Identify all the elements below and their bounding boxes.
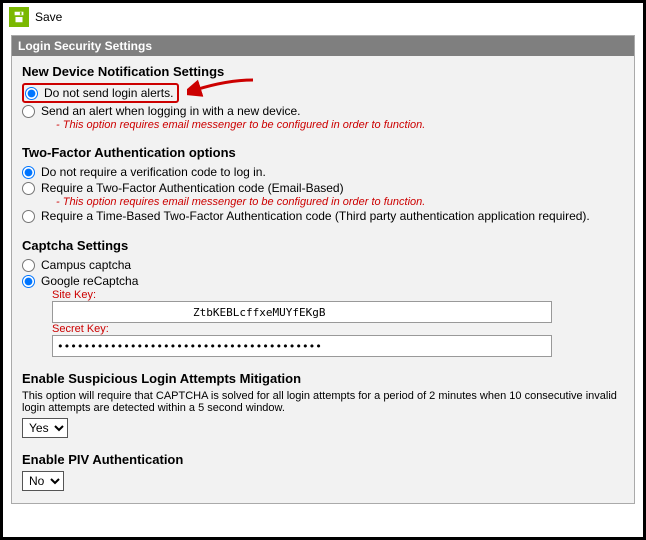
radio-google-recaptcha[interactable] (22, 275, 35, 288)
save-icon[interactable] (9, 7, 29, 27)
settings-panel: Login Security Settings New Device Notif… (11, 35, 635, 504)
section-description: This option will require that CAPTCHA is… (22, 390, 624, 414)
section-suspicious: Enable Suspicious Login Attempts Mitigat… (22, 371, 624, 438)
radio-label: Require a Two-Factor Authentication code… (41, 181, 344, 195)
section-title: Enable PIV Authentication (22, 452, 624, 467)
piv-select[interactable]: No (22, 471, 64, 491)
radio-label: Do not require a verification code to lo… (41, 165, 266, 179)
radio-no-alerts[interactable] (25, 87, 38, 100)
section-captcha: Captcha Settings Campus captcha Google r… (22, 238, 624, 357)
radio-campus-captcha[interactable] (22, 259, 35, 272)
section-piv: Enable PIV Authentication No (22, 452, 624, 491)
option-note: - This option requires email messenger t… (56, 119, 624, 131)
section-new-device: New Device Notification Settings Do not … (22, 64, 624, 131)
radio-send-alert[interactable] (22, 105, 35, 118)
save-button-label[interactable]: Save (35, 10, 62, 24)
suspicious-select[interactable]: Yes (22, 418, 68, 438)
option-note: - This option requires email messenger t… (56, 196, 624, 208)
site-key-label: Site Key: (52, 289, 624, 301)
radio-label: Google reCaptcha (41, 274, 138, 288)
secret-key-label: Secret Key: (52, 323, 624, 335)
panel-title: Login Security Settings (12, 36, 634, 56)
section-title: New Device Notification Settings (22, 64, 624, 79)
radio-time-code[interactable] (22, 210, 35, 223)
highlighted-option: Do not send login alerts. (22, 83, 179, 103)
section-two-factor: Two-Factor Authentication options Do not… (22, 145, 624, 224)
radio-no-code[interactable] (22, 166, 35, 179)
radio-label: Send an alert when logging in with a new… (41, 104, 301, 118)
radio-label: Require a Time-Based Two-Factor Authenti… (41, 209, 590, 223)
radio-label: Campus captcha (41, 258, 131, 272)
section-title: Captcha Settings (22, 238, 624, 253)
section-title: Enable Suspicious Login Attempts Mitigat… (22, 371, 624, 386)
toolbar: Save (3, 3, 643, 31)
section-title: Two-Factor Authentication options (22, 145, 624, 160)
site-key-input[interactable] (52, 301, 552, 323)
secret-key-input[interactable] (52, 335, 552, 357)
radio-email-code[interactable] (22, 182, 35, 195)
radio-label: Do not send login alerts. (44, 86, 173, 100)
